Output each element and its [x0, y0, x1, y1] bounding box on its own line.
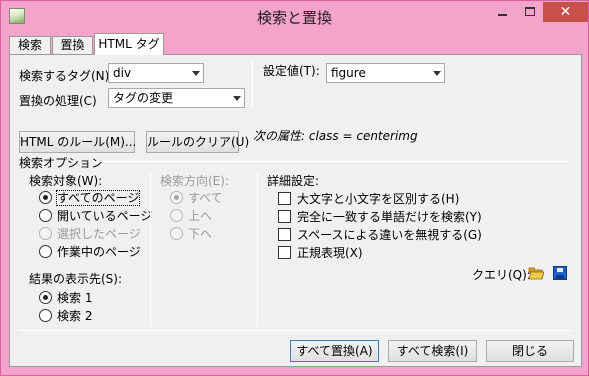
- search-options-rule: [92, 161, 570, 162]
- results-search1-label: 検索 1: [57, 291, 93, 305]
- next-attribute-label: 次の属性:: [253, 129, 306, 143]
- radio-indicator: [170, 209, 183, 222]
- radio-indicator: [39, 309, 52, 322]
- search-target-label: 検索対象(W):: [29, 174, 103, 188]
- checkbox-box: [278, 246, 291, 259]
- open-folder-icon[interactable]: [528, 266, 544, 280]
- ignore-whitespace-checkbox[interactable]: スペースによる違いを無視する(G): [278, 227, 482, 243]
- target-open-pages-radio[interactable]: 開いているページ: [39, 208, 152, 224]
- chevron-down-icon: [192, 71, 200, 76]
- radio-indicator: [170, 191, 183, 204]
- find-replace-dialog: 検索と置換 ✕ 検索 置換 HTML タグ 検索するタグ(N): div 置換の…: [0, 0, 589, 376]
- radio-indicator: [39, 291, 52, 304]
- close-window-button[interactable]: ✕: [543, 2, 588, 22]
- search-all-button[interactable]: すべて検索(I): [388, 340, 477, 362]
- target-open-pages-label: 開いているページ: [57, 209, 153, 223]
- bottom-rule: [19, 330, 571, 331]
- results-search1-radio[interactable]: 検索 1: [39, 290, 92, 306]
- radio-indicator: [39, 245, 52, 258]
- vertical-divider: [257, 172, 258, 327]
- html-rules-button[interactable]: HTML のルール(M)...: [19, 131, 136, 153]
- search-tag-value: div: [113, 66, 132, 80]
- direction-all-label: すべて: [188, 191, 223, 205]
- direction-all-radio[interactable]: すべて: [170, 190, 223, 206]
- next-attribute-text: 次の属性: class = centerimg: [253, 127, 418, 144]
- results-output-label: 結果の表示先(S):: [29, 272, 123, 286]
- target-all-pages-label: すべてのページ: [55, 190, 141, 206]
- search-tag-combo[interactable]: div: [108, 63, 204, 83]
- ignore-whitespace-label: スペースによる違いを無視する(G): [297, 228, 482, 242]
- minimize-button[interactable]: [489, 2, 516, 22]
- replace-action-combo[interactable]: タグの変更: [108, 88, 245, 108]
- clear-rules-button[interactable]: ルールのクリア(U): [146, 131, 249, 153]
- replace-action-value: タグの変更: [113, 91, 174, 105]
- match-case-checkbox[interactable]: 大文字と小文字を区別する(H): [278, 191, 459, 207]
- target-current-page-label: 作業中のページ: [57, 245, 141, 259]
- maximize-button[interactable]: [516, 2, 543, 22]
- chevron-down-icon: [233, 96, 241, 101]
- setting-value-text: figure: [331, 66, 366, 80]
- html-tag-panel: 検索するタグ(N): div 置換の処理(C) タグの変更 設定値(T): fi…: [9, 54, 582, 367]
- target-current-page-radio[interactable]: 作業中のページ: [39, 244, 141, 260]
- vertical-divider: [252, 61, 253, 107]
- direction-down-label: 下へ: [188, 227, 213, 241]
- setting-value-label: 設定値(T):: [263, 64, 320, 78]
- query-label: クエリ(Q):: [472, 268, 531, 282]
- tab-replace[interactable]: 置換: [52, 36, 93, 55]
- tab-html-tag[interactable]: HTML タグ: [94, 33, 164, 55]
- save-icon[interactable]: [553, 266, 567, 280]
- minimize-icon: [498, 13, 507, 16]
- results-search2-radio[interactable]: 検索 2: [39, 308, 92, 324]
- match-case-label: 大文字と小文字を区別する(H): [297, 192, 460, 206]
- target-selected-pages-label: 選択したページ: [57, 227, 141, 241]
- results-search2-label: 検索 2: [57, 309, 93, 323]
- direction-up-radio[interactable]: 上へ: [170, 208, 212, 224]
- search-tag-label: 検索するタグ(N):: [19, 69, 114, 83]
- advanced-label: 詳細設定:: [267, 174, 320, 188]
- replace-all-button[interactable]: すべて置換(A): [290, 340, 379, 362]
- direction-label: 検索方向(E):: [160, 174, 229, 188]
- checkbox-box: [278, 192, 291, 205]
- whole-word-checkbox[interactable]: 完全に一致する単語だけを検索(Y): [278, 209, 482, 225]
- checkbox-box: [278, 228, 291, 241]
- radio-indicator: [39, 191, 52, 204]
- radio-indicator: [170, 227, 183, 240]
- setting-value-combo[interactable]: figure: [326, 63, 445, 83]
- checkbox-box: [278, 210, 291, 223]
- close-icon: ✕: [559, 4, 572, 20]
- radio-indicator: [39, 209, 52, 222]
- regex-checkbox[interactable]: 正規表現(X): [278, 245, 363, 261]
- target-selected-pages-radio[interactable]: 選択したページ: [39, 226, 141, 242]
- search-options-label: 検索オプション: [19, 156, 104, 170]
- regex-label: 正規表現(X): [297, 246, 363, 260]
- replace-action-label: 置換の処理(C): [19, 94, 97, 108]
- title-bar[interactable]: 検索と置換 ✕: [1, 1, 588, 31]
- target-all-pages-radio[interactable]: すべてのページ: [39, 190, 141, 206]
- tab-search[interactable]: 検索: [9, 36, 51, 55]
- maximize-icon: [524, 7, 535, 16]
- chevron-down-icon: [433, 71, 441, 76]
- vertical-divider: [150, 172, 151, 327]
- whole-word-label: 完全に一致する単語だけを検索(Y): [297, 210, 482, 224]
- direction-up-label: 上へ: [188, 209, 213, 223]
- radio-indicator: [39, 227, 52, 240]
- direction-down-radio[interactable]: 下へ: [170, 226, 212, 242]
- next-attribute-value: class = centerimg: [308, 129, 418, 143]
- close-button[interactable]: 閉じる: [486, 340, 574, 362]
